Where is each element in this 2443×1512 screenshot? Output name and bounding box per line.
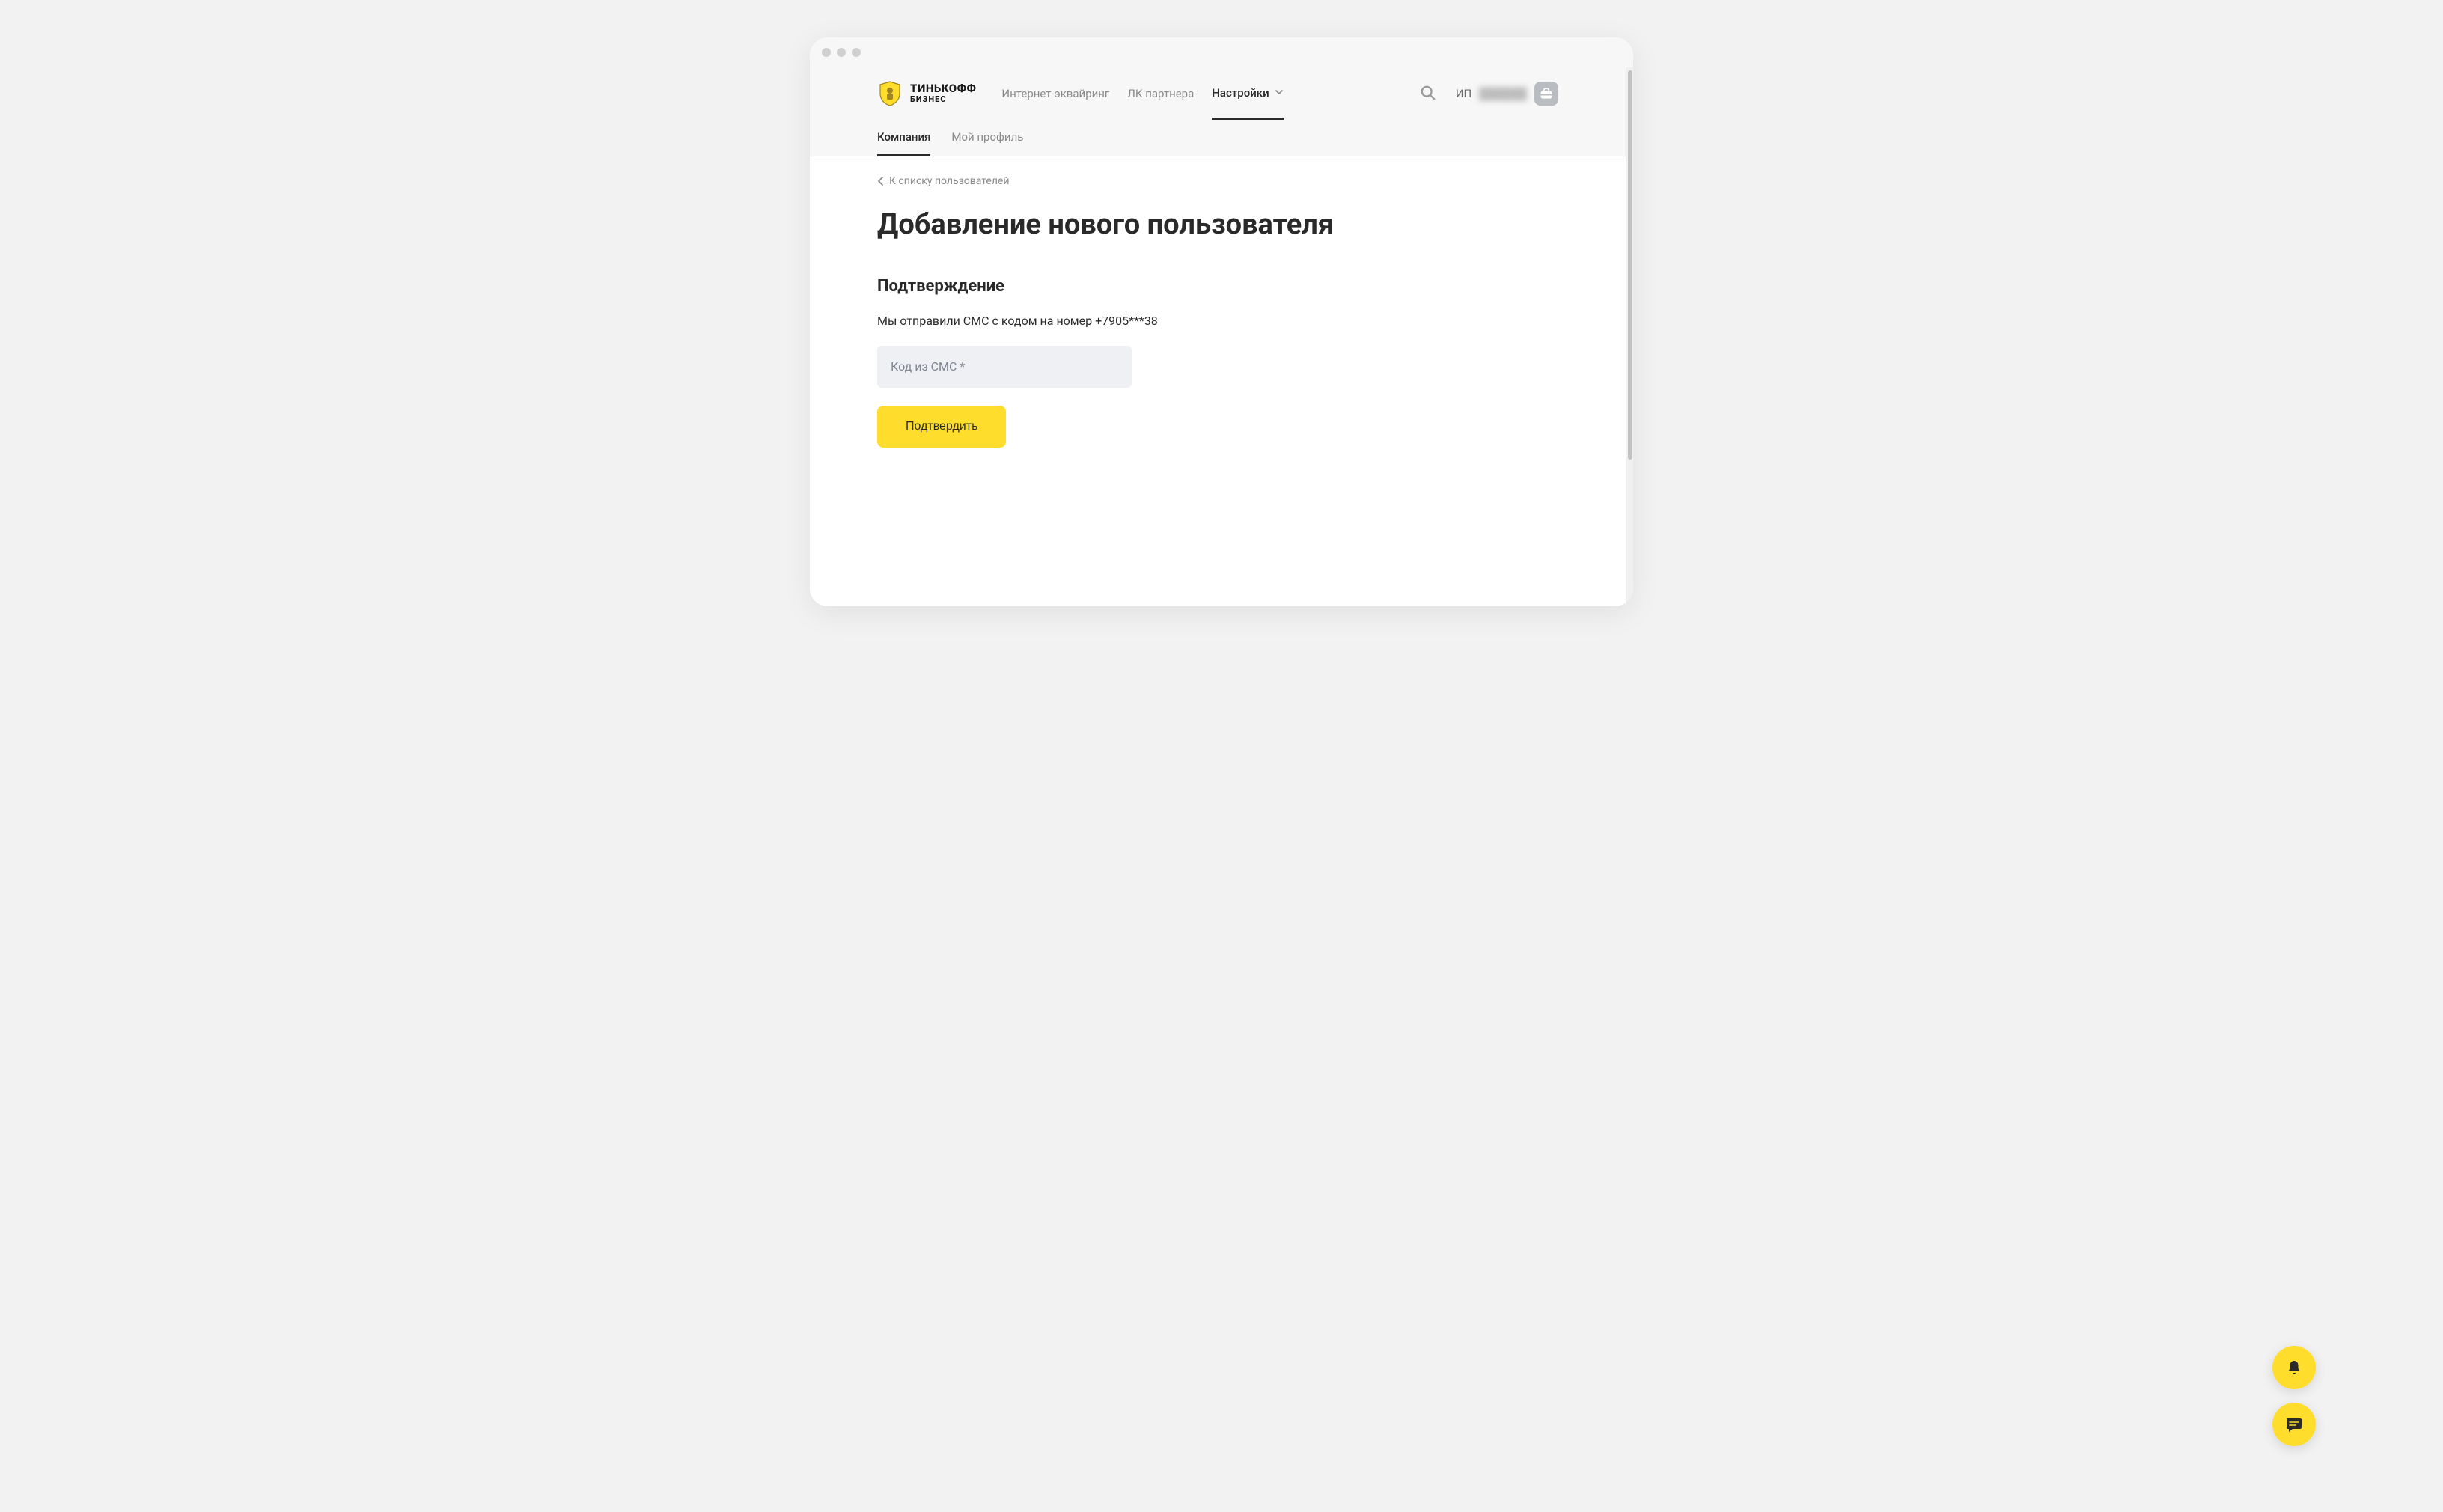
browser-titlebar xyxy=(810,37,1633,67)
logo-text: ТИНЬКОФФ БИЗНЕС xyxy=(910,83,976,103)
browser-body: ТИНЬКОФФ БИЗНЕС Интернет-эквайринг ЛК па… xyxy=(810,67,1633,606)
logo-line2: БИЗНЕС xyxy=(910,95,976,104)
page-content: ТИНЬКОФФ БИЗНЕС Интернет-эквайринг ЛК па… xyxy=(810,67,1626,606)
chevron-left-icon xyxy=(877,177,885,186)
subnav-item-label: Компания xyxy=(877,130,930,144)
page-title: Добавление нового пользователя xyxy=(877,208,1558,241)
sms-info-text: Мы отправили СМС с кодом на номер +7905*… xyxy=(877,314,1558,328)
logo-shield-icon xyxy=(877,80,903,107)
topbar: ТИНЬКОФФ БИЗНЕС Интернет-эквайринг ЛК па… xyxy=(810,67,1626,156)
section-title: Подтверждение xyxy=(877,277,1558,296)
subnav-item-company[interactable]: Компания xyxy=(877,120,930,156)
browser-window: ТИНЬКОФФ БИЗНЕС Интернет-эквайринг ЛК па… xyxy=(810,37,1633,606)
window-close-dot[interactable] xyxy=(822,48,831,57)
subnav-item-profile[interactable]: Мой профиль xyxy=(951,120,1023,156)
nav-item-label: Настройки xyxy=(1212,86,1269,100)
sms-code-placeholder: Код из СМС * xyxy=(891,359,965,374)
confirm-button-label: Подтвердить xyxy=(906,420,977,433)
nav-item-settings[interactable]: Настройки xyxy=(1212,68,1284,120)
nav-item-label: ЛК партнера xyxy=(1127,87,1194,100)
floating-buttons xyxy=(2272,1346,2316,1446)
search-icon xyxy=(1420,85,1436,101)
account-hidden-name: ██████ xyxy=(1479,87,1527,100)
topbar-main-row: ТИНЬКОФФ БИЗНЕС Интернет-эквайринг ЛК па… xyxy=(877,67,1558,120)
briefcase-icon xyxy=(1534,82,1558,106)
chat-icon xyxy=(2285,1415,2303,1433)
page-body: К списку пользователей Добавление нового… xyxy=(810,156,1626,493)
back-link[interactable]: К списку пользователей xyxy=(877,175,1009,187)
chat-button[interactable] xyxy=(2272,1403,2316,1446)
logo[interactable]: ТИНЬКОФФ БИЗНЕС xyxy=(877,80,976,107)
subnav-item-label: Мой профиль xyxy=(951,130,1023,144)
nav-item-acquiring[interactable]: Интернет-эквайринг xyxy=(1001,69,1109,118)
subnav: Компания Мой профиль xyxy=(877,120,1558,156)
bell-icon xyxy=(2285,1359,2303,1377)
search-button[interactable] xyxy=(1420,85,1438,103)
chevron-down-icon xyxy=(1275,88,1284,97)
back-link-label: К списку пользователей xyxy=(889,175,1009,187)
nav-item-label: Интернет-эквайринг xyxy=(1001,87,1109,100)
account-menu[interactable]: ИП ██████ xyxy=(1456,82,1558,106)
window-minimize-dot[interactable] xyxy=(837,48,846,57)
window-maximize-dot[interactable] xyxy=(852,48,861,57)
account-prefix: ИП xyxy=(1456,87,1471,100)
logo-line1: ТИНЬКОФФ xyxy=(910,83,976,95)
notifications-button[interactable] xyxy=(2272,1346,2316,1389)
confirm-button[interactable]: Подтвердить xyxy=(877,406,1006,448)
scrollbar-thumb[interactable] xyxy=(1628,70,1632,460)
scrollbar-track[interactable] xyxy=(1626,67,1633,606)
nav-item-partner[interactable]: ЛК партнера xyxy=(1127,69,1194,118)
sms-code-input[interactable]: Код из СМС * xyxy=(877,346,1132,388)
